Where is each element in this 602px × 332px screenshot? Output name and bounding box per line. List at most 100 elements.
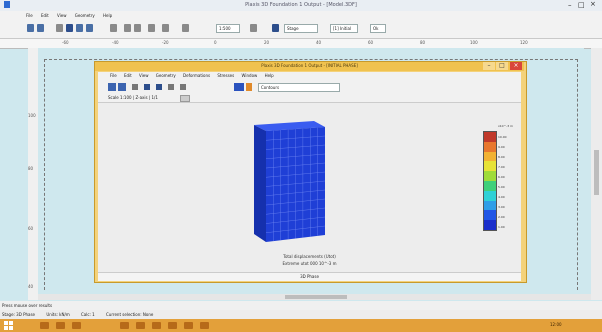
measure-icon[interactable] xyxy=(162,24,169,32)
taskbar-app-icon[interactable] xyxy=(56,322,65,329)
output-window-title: Plaxis 3D Foundation 1 Output - [INITIAL… xyxy=(261,63,358,68)
pan-icon[interactable] xyxy=(144,84,150,90)
block-left-face xyxy=(254,125,266,242)
menu-bar: File Edit View Geometry Help xyxy=(0,11,602,21)
ruler-tick: 40 xyxy=(28,284,34,289)
status-units: Units: kN/m xyxy=(46,312,70,317)
taskbar-app-icon[interactable] xyxy=(136,322,145,329)
new-icon[interactable] xyxy=(27,24,34,32)
status-selection: Current selection: None xyxy=(106,312,154,317)
legend-swatch xyxy=(484,171,496,181)
ruler-tick: -60 xyxy=(62,40,69,45)
taskbar-clock: 12:00 xyxy=(550,322,562,327)
ruler-tick: 100 xyxy=(470,40,478,45)
menu-view[interactable]: View xyxy=(57,13,67,18)
ok-field[interactable]: Ok xyxy=(370,24,386,33)
select-icon[interactable] xyxy=(56,24,63,32)
legend-swatch xyxy=(484,190,496,201)
status-bar: Stage: 3D Phase Units: kN/m Calc: 1 Curr… xyxy=(0,310,602,319)
maximize-icon[interactable]: □ xyxy=(578,1,585,9)
menu-item[interactable]: Edit xyxy=(124,73,132,78)
maximize-icon[interactable]: □ xyxy=(496,62,508,70)
ruler-tick: 40 xyxy=(316,40,322,45)
legend-unit: x10^-3 m xyxy=(498,124,513,128)
ruler-tick: 80 xyxy=(420,40,426,45)
menu-edit[interactable]: Edit xyxy=(41,13,49,18)
legend-label: 4.00 xyxy=(498,195,505,199)
horizontal-scroll-thumb[interactable] xyxy=(285,295,347,299)
taskbar-app-icon[interactable] xyxy=(168,322,177,329)
zoom-icon[interactable] xyxy=(156,84,162,90)
rotate-icon[interactable] xyxy=(180,84,186,90)
output-toolbar: Contours xyxy=(98,80,521,94)
open-icon[interactable] xyxy=(108,83,116,91)
menu-item[interactable]: Help xyxy=(265,73,274,78)
vertical-scroll-thumb[interactable] xyxy=(594,150,599,195)
taskbar-app-icon[interactable] xyxy=(184,322,193,329)
legend-label: 5.00 xyxy=(498,185,505,189)
legend-label: 10.00 xyxy=(498,135,507,139)
minimize-icon[interactable]: – xyxy=(483,62,495,70)
taskbar-app-icon[interactable] xyxy=(40,322,49,329)
scale-field[interactable]: 1:500 xyxy=(216,24,240,33)
status-stage: Stage: 3D Phase xyxy=(2,312,36,317)
grid-icon[interactable] xyxy=(250,24,257,32)
chart-icon[interactable] xyxy=(234,83,244,91)
zoom-out-icon[interactable] xyxy=(134,24,141,32)
menu-item[interactable]: Geometry xyxy=(156,73,176,78)
taskbar-app-icon[interactable] xyxy=(200,322,209,329)
taskbar-app-icon[interactable] xyxy=(72,322,81,329)
menu-file[interactable]: File xyxy=(26,13,33,18)
legend-label: 3.00 xyxy=(498,205,505,209)
close-icon[interactable]: × xyxy=(590,0,596,8)
ruler-tick: 120 xyxy=(520,40,528,45)
menu-item[interactable]: Deformations xyxy=(183,73,210,78)
taskbar-app-icon[interactable] xyxy=(120,322,129,329)
legend-label: 7.00 xyxy=(498,165,505,169)
open-icon[interactable] xyxy=(37,24,44,32)
output-menu-bar: File Edit View Geometry Deformations Str… xyxy=(98,72,521,80)
status-calc: Calc: 1 xyxy=(81,312,95,317)
zoom-out-icon[interactable] xyxy=(168,84,174,90)
pan-icon[interactable] xyxy=(148,24,155,32)
menu-item[interactable]: Window xyxy=(242,73,258,78)
legend-label: 2.00 xyxy=(498,215,505,219)
legend-swatch xyxy=(484,210,496,221)
window-title: Plaxis 3D Foundation 1 Output - [Model.3… xyxy=(245,2,357,8)
color-legend xyxy=(483,131,497,231)
taskbar-app-icon[interactable] xyxy=(152,322,161,329)
close-icon[interactable]: × xyxy=(510,62,522,70)
table-icon[interactable] xyxy=(246,83,252,91)
line-icon[interactable] xyxy=(76,24,83,32)
menu-item[interactable]: View xyxy=(139,73,149,78)
legend-swatch xyxy=(484,132,496,142)
ruler-tick: 60 xyxy=(28,226,34,231)
menu-help[interactable]: Help xyxy=(103,13,112,18)
output-status-bar: 3D Phase xyxy=(98,272,521,281)
minimize-icon[interactable]: – xyxy=(568,1,572,9)
legend-swatch xyxy=(484,220,496,230)
stage-icon[interactable] xyxy=(272,24,279,32)
windows-start-icon[interactable] xyxy=(4,321,14,330)
legend-label: 9.00 xyxy=(498,145,505,149)
arrow-icon[interactable] xyxy=(132,84,138,90)
legend-swatch xyxy=(484,200,496,211)
arrow-icon[interactable] xyxy=(110,24,117,32)
taskbar xyxy=(0,319,602,332)
stage-dropdown[interactable]: Stage xyxy=(284,24,318,33)
rectangle-icon[interactable] xyxy=(86,24,93,32)
result-type-select[interactable]: Contours xyxy=(258,83,340,92)
ruler-tick: 60 xyxy=(368,40,374,45)
legend-swatch xyxy=(484,141,496,152)
save-icon[interactable] xyxy=(118,83,126,91)
status-hint: Press mouse over results xyxy=(0,301,602,310)
menu-item[interactable]: Stresses xyxy=(217,73,234,78)
legend-swatch xyxy=(484,161,496,172)
phase-combo[interactable]: [1] Initial xyxy=(330,24,358,33)
menu-geometry[interactable]: Geometry xyxy=(75,13,95,18)
apply-icon[interactable] xyxy=(180,95,190,102)
point-icon[interactable] xyxy=(66,24,73,32)
zoom-in-icon[interactable] xyxy=(124,24,131,32)
menu-item[interactable]: File xyxy=(110,73,117,78)
rotate-icon[interactable] xyxy=(182,24,189,32)
